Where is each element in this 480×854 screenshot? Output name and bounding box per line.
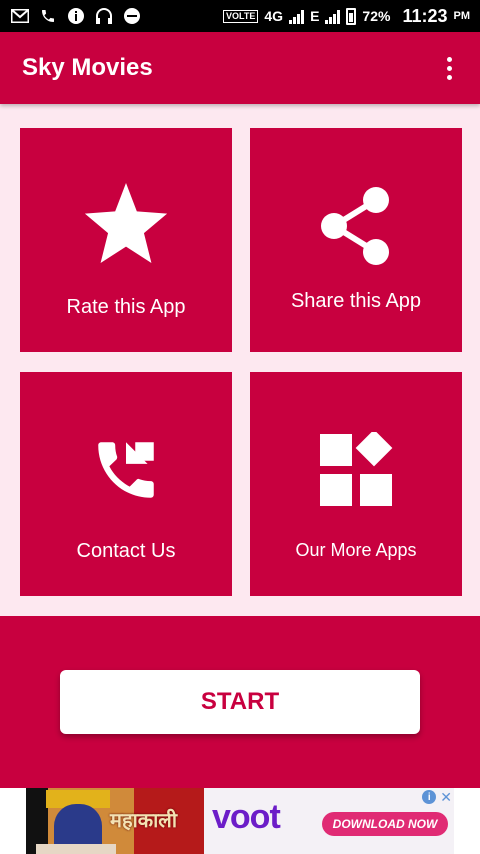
volte-badge: VOLTE — [223, 9, 259, 23]
apps-grid-icon — [318, 420, 394, 520]
clock: 11:23 — [402, 5, 448, 26]
ad-close-icon[interactable]: ✕ — [440, 790, 452, 804]
app-title: Sky Movies — [22, 54, 153, 81]
more-apps-label: Our More Apps — [295, 540, 417, 560]
rate-app-label: Rate this App — [66, 296, 186, 318]
contact-us-label: Contact Us — [76, 540, 176, 562]
share-app-tile[interactable]: Share this App — [250, 128, 462, 352]
battery-icon — [346, 7, 357, 25]
signal-icon-2 — [325, 8, 341, 24]
ad-brand-logo: voot — [212, 798, 281, 836]
network-type: 4G — [264, 8, 284, 24]
share-icon — [318, 176, 394, 276]
ad-show-title: महाकाली — [110, 810, 178, 832]
overflow-menu-icon[interactable] — [441, 51, 458, 86]
banner-ad[interactable]: महाकाली voot DOWNLOAD NOW i ✕ — [0, 788, 480, 854]
dnd-icon — [122, 6, 142, 26]
phone-icon — [38, 6, 58, 26]
clock-suffix: PM — [453, 10, 471, 22]
app-bar: Sky Movies — [0, 32, 480, 104]
more-apps-tile[interactable]: Our More Apps — [250, 372, 462, 596]
ad-choices[interactable]: i ✕ — [422, 790, 452, 804]
ad-download-button[interactable]: DOWNLOAD NOW — [322, 812, 448, 836]
battery-percent: 72% — [362, 8, 391, 24]
signal-icon — [289, 8, 305, 24]
share-app-label: Share this App — [290, 290, 422, 312]
ad-info-icon[interactable]: i — [422, 790, 437, 804]
rate-app-tile[interactable]: Rate this App — [20, 128, 232, 352]
star-icon — [81, 176, 171, 276]
headphones-icon — [94, 6, 114, 26]
ad-creative[interactable]: महाकाली voot DOWNLOAD NOW — [26, 788, 454, 854]
info-icon — [66, 6, 86, 26]
gmail-icon — [10, 6, 30, 26]
status-bar: VOLTE 4G E 72% 11:23 PM — [0, 0, 480, 32]
phone-forward-icon — [89, 420, 163, 520]
contact-us-tile[interactable]: Contact Us — [20, 372, 232, 596]
network-type-2: E — [310, 8, 320, 24]
start-button[interactable]: START — [60, 670, 420, 734]
